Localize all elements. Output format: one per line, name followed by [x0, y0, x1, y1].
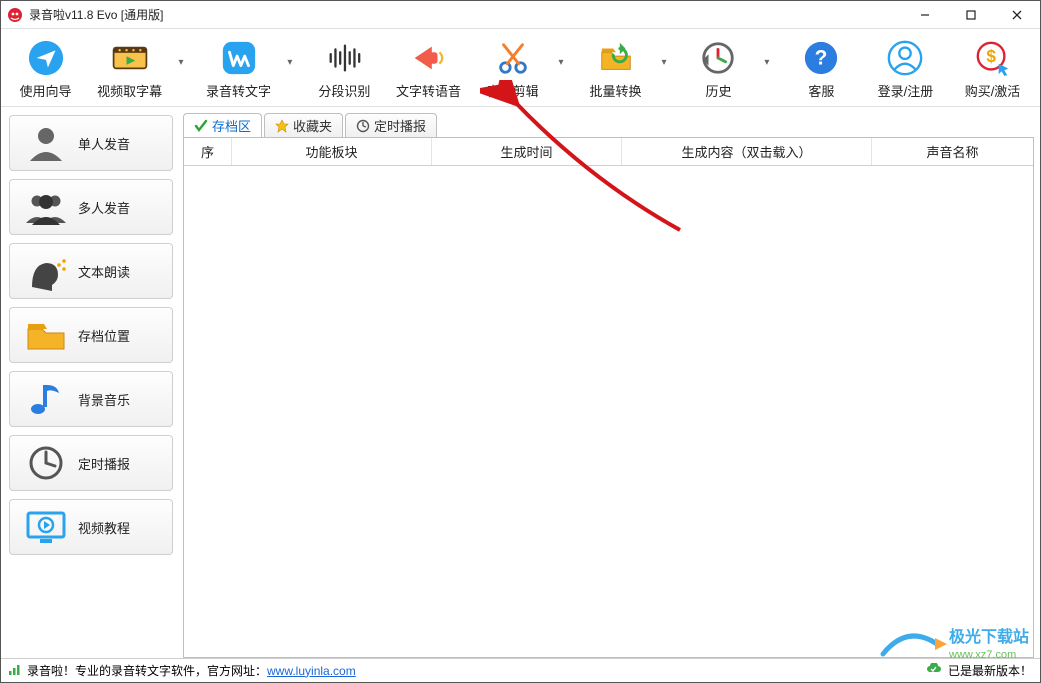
watermark: 极光下载站 www.xz7.com [877, 620, 1037, 669]
tab-label: 定时播报 [374, 116, 426, 135]
content: 存档区 收藏夹 定时播报 序 功能板块 生成时间 生成内容（双击载入） 声音名 [179, 107, 1040, 658]
sidebar-single-voice[interactable]: 单人发音 [9, 115, 173, 171]
toolbar: 使用向导 视频取字幕 ▾ 录音转文字 ▾ 分段识别 文字转语音 [1, 29, 1040, 107]
status-text: 录音啦！专业的录音转文字软件，官方网址： [27, 662, 267, 679]
sidebar-label: 多人发音 [78, 198, 130, 217]
svg-text:?: ? [815, 47, 828, 70]
monitor-play-icon [24, 507, 68, 547]
svg-text:极光下载站: 极光下载站 [949, 627, 1029, 646]
table: 序 功能板块 生成时间 生成内容（双击载入） 声音名称 [183, 137, 1034, 658]
toolbar-batch[interactable]: 批量转换 [575, 39, 656, 100]
sidebar-video-tutorial[interactable]: 视频教程 [9, 499, 173, 555]
tab-archive[interactable]: 存档区 [183, 113, 262, 137]
star-icon [275, 119, 289, 133]
sidebar-label: 文本朗读 [78, 262, 130, 281]
group-icon [24, 187, 68, 227]
w-app-icon [220, 39, 258, 77]
toolbar-buy[interactable]: $ 购买/激活 [949, 39, 1036, 100]
sidebar-label: 视频教程 [78, 518, 130, 537]
toolbar-audioedit[interactable]: 音频剪辑 [472, 39, 553, 100]
toolbar-segment[interactable]: 分段识别 [304, 39, 385, 100]
toolbar-label: 视频取字幕 [97, 81, 162, 100]
clock-icon [24, 443, 68, 483]
official-url-link[interactable]: www.luyinla.com [267, 664, 356, 678]
toolbar-label: 音频剪辑 [487, 81, 539, 100]
sidebar: 单人发音 多人发音 文本朗读 存档位置 [1, 107, 179, 658]
help-icon: ? [802, 39, 840, 77]
sidebar-label: 存档位置 [78, 326, 130, 345]
close-button[interactable] [994, 1, 1040, 29]
user-icon [886, 39, 924, 77]
dropdown-caret-icon[interactable]: ▾ [656, 57, 672, 68]
toolbar-subtitles[interactable]: 视频取字幕 [86, 39, 173, 100]
svg-text:$: $ [986, 47, 996, 66]
folder-refresh-icon [597, 39, 635, 77]
sidebar-label: 背景音乐 [78, 390, 130, 409]
sidebar-archive-location[interactable]: 存档位置 [9, 307, 173, 363]
app-window: 录音啦v11.8 Evo [通用版] 使用向导 视频取字幕 ▾ 录音转文字 [0, 0, 1041, 683]
col-gencontent[interactable]: 生成内容（双击载入） [622, 138, 872, 165]
clock-small-icon [356, 119, 370, 133]
sidebar-label: 定时播报 [78, 454, 130, 473]
dropdown-caret-icon[interactable]: ▾ [282, 57, 298, 68]
toolbar-label: 使用向导 [20, 81, 72, 100]
dollar-click-icon: $ [974, 39, 1012, 77]
sidebar-label: 单人发音 [78, 134, 130, 153]
main: 单人发音 多人发音 文本朗读 存档位置 [1, 107, 1040, 658]
toolbar-label: 分段识别 [318, 81, 370, 100]
folder-icon [24, 315, 68, 355]
toolbar-tts[interactable]: 文字转语音 [385, 39, 472, 100]
col-module[interactable]: 功能板块 [232, 138, 432, 165]
tab-label: 收藏夹 [293, 116, 332, 135]
toolbar-support[interactable]: ? 客服 [781, 39, 862, 100]
waveform-icon [325, 39, 363, 77]
tabs: 存档区 收藏夹 定时播报 [183, 113, 1034, 137]
music-note-icon [24, 379, 68, 419]
titlebar: 录音啦v11.8 Evo [通用版] [1, 1, 1040, 29]
dropdown-caret-icon[interactable]: ▾ [759, 57, 775, 68]
col-voicename[interactable]: 声音名称 [872, 138, 1033, 165]
toolbar-wizard[interactable]: 使用向导 [5, 39, 86, 100]
maximize-button[interactable] [948, 1, 994, 29]
sidebar-read-text[interactable]: 文本朗读 [9, 243, 173, 299]
clock-history-icon [699, 39, 737, 77]
tab-favorite[interactable]: 收藏夹 [264, 113, 343, 137]
toolbar-rec2text[interactable]: 录音转文字 [195, 39, 282, 100]
app-icon [7, 7, 23, 23]
toolbar-login[interactable]: 登录/注册 [862, 39, 949, 100]
col-seq[interactable]: 序 [184, 138, 232, 165]
speaking-head-icon [24, 251, 68, 291]
film-play-icon [111, 39, 149, 77]
person-icon [24, 123, 68, 163]
toolbar-label: 登录/注册 [878, 81, 934, 100]
toolbar-label: 批量转换 [590, 81, 642, 100]
scissors-icon [494, 39, 532, 77]
table-header: 序 功能板块 生成时间 生成内容（双击载入） 声音名称 [184, 138, 1033, 166]
sidebar-multi-voice[interactable]: 多人发音 [9, 179, 173, 235]
window-buttons [902, 1, 1040, 29]
window-title: 录音啦v11.8 Evo [通用版] [29, 6, 902, 23]
toolbar-label: 文字转语音 [396, 81, 461, 100]
minimize-button[interactable] [902, 1, 948, 29]
toolbar-label: 客服 [808, 81, 834, 100]
toolbar-label: 录音转文字 [206, 81, 271, 100]
toolbar-history[interactable]: 历史 [678, 39, 759, 100]
sidebar-bgm[interactable]: 背景音乐 [9, 371, 173, 427]
tab-timed[interactable]: 定时播报 [345, 113, 437, 137]
tab-label: 存档区 [212, 116, 251, 135]
col-gentime[interactable]: 生成时间 [432, 138, 622, 165]
table-body[interactable] [184, 166, 1033, 657]
megaphone-icon [409, 39, 447, 77]
sidebar-scheduled[interactable]: 定时播报 [9, 435, 173, 491]
check-icon [194, 119, 208, 133]
signal-icon [9, 663, 21, 678]
paper-plane-icon [27, 39, 65, 77]
dropdown-caret-icon[interactable]: ▾ [553, 57, 569, 68]
toolbar-label: 历史 [705, 81, 731, 100]
svg-text:www.xz7.com: www.xz7.com [948, 649, 1016, 661]
toolbar-label: 购买/激活 [965, 81, 1021, 100]
dropdown-caret-icon[interactable]: ▾ [173, 57, 189, 68]
